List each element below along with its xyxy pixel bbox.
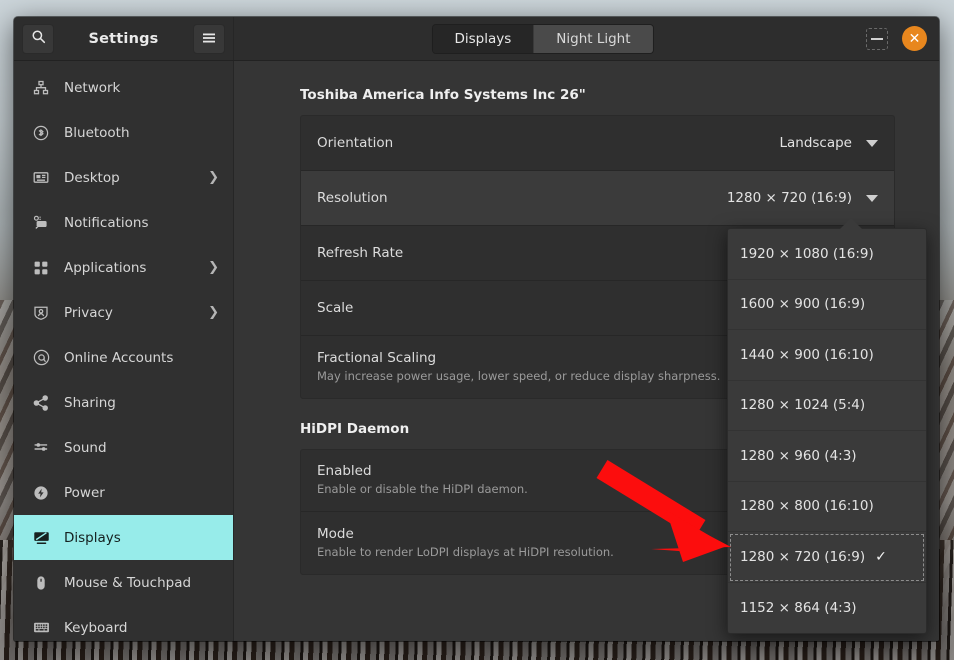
menu-button[interactable]	[192, 23, 225, 54]
sidebar-item-label: Bluetooth	[64, 124, 130, 141]
sidebar-item-sound[interactable]: Sound	[14, 425, 233, 470]
dropdown-option-label: 1280 × 800 (16:10)	[740, 498, 874, 515]
sidebar-item-label: Sharing	[64, 394, 116, 411]
search-button[interactable]	[22, 23, 54, 54]
sidebar-item-label: Power	[64, 484, 105, 501]
sidebar-item-label: Applications	[64, 259, 147, 276]
power-bolt-icon	[32, 484, 50, 502]
sidebar-item-desktop[interactable]: Desktop ❯	[14, 155, 233, 200]
chevron-down-icon	[866, 139, 878, 147]
check-icon: ✓	[875, 548, 887, 565]
row-label: Resolution	[317, 190, 388, 206]
row-sublabel: May increase power usage, lower speed, o…	[317, 368, 721, 383]
dropdown-option-label: 1600 × 900 (16:9)	[740, 296, 866, 313]
privacy-shield-icon	[32, 304, 50, 322]
row-sublabel: Enable or disable the HiDPI daemon.	[317, 482, 528, 496]
sidebar: Network Bluetooth Desktop ❯ Notification…	[14, 61, 234, 641]
sidebar-item-mouse-touchpad[interactable]: Mouse & Touchpad	[14, 560, 233, 605]
resolution-value-text: 1280 × 720 (16:9)	[726, 190, 852, 206]
titlebar-right: Displays Night Light ✕	[234, 17, 939, 60]
dropdown-option[interactable]: 1280 × 960 (4:3)	[728, 431, 926, 482]
dropdown-option-selected[interactable]: 1280 × 720 (16:9) ✓	[728, 532, 926, 583]
titlebar: Settings Displays Night Light ✕	[14, 17, 939, 61]
tab-displays[interactable]: Displays	[432, 24, 534, 53]
dropdown-option[interactable]: 1600 × 900 (16:9)	[728, 280, 926, 330]
dropdown-option-label: 1280 × 960 (4:3)	[740, 447, 857, 464]
row-sublabel: Enable to render LoDPI displays at HiDPI…	[317, 544, 614, 559]
window-controls: ✕	[866, 26, 927, 51]
dropdown-option-label: 1920 × 1080 (16:9)	[740, 245, 874, 262]
network-icon	[32, 79, 50, 97]
sidebar-item-online-accounts[interactable]: Online Accounts	[14, 335, 233, 380]
desktop-background: Settings Displays Night Light ✕ Network …	[0, 0, 954, 660]
row-orientation[interactable]: Orientation Landscape	[301, 116, 894, 171]
dropdown-option[interactable]: 1280 × 1024 (5:4)	[728, 381, 926, 431]
minimize-button[interactable]	[866, 27, 888, 50]
sidebar-item-displays[interactable]: Displays	[14, 515, 233, 560]
sidebar-item-keyboard[interactable]: Keyboard	[14, 605, 233, 641]
sidebar-item-label: Privacy	[64, 304, 113, 321]
resolution-value[interactable]: 1280 × 720 (16:9)	[727, 190, 878, 206]
chevron-right-icon: ❯	[208, 305, 219, 320]
row-resolution[interactable]: Resolution 1280 × 720 (16:9)	[301, 171, 894, 226]
row-label: Fractional Scaling	[317, 349, 437, 366]
keyboard-icon	[32, 619, 50, 637]
displays-icon	[32, 529, 50, 547]
display-name-heading: Toshiba America Info Systems Inc 26"	[300, 87, 586, 103]
sidebar-item-label: Desktop	[64, 169, 120, 186]
tab-night-light[interactable]: Night Light	[533, 24, 653, 53]
page-title: Settings	[88, 30, 159, 47]
mouse-icon	[32, 574, 50, 592]
dropdown-tail	[840, 218, 862, 229]
sidebar-item-privacy[interactable]: Privacy ❯	[14, 290, 233, 335]
close-icon: ✕	[908, 30, 921, 47]
sound-icon	[32, 439, 50, 457]
sidebar-item-label: Displays	[64, 529, 121, 546]
minimize-icon	[871, 37, 883, 40]
dropdown-option-label: 1280 × 1024 (5:4)	[740, 397, 866, 414]
hamburger-menu-icon	[202, 29, 216, 48]
tab-bar: Displays Night Light	[431, 23, 654, 54]
sidebar-item-label: Online Accounts	[64, 349, 174, 366]
bluetooth-icon	[32, 124, 50, 142]
sidebar-item-sharing[interactable]: Sharing	[14, 380, 233, 425]
resolution-dropdown[interactable]: 1920 × 1080 (16:9) 1600 × 900 (16:9) 144…	[727, 228, 927, 634]
search-icon	[31, 29, 46, 48]
dropdown-option[interactable]: 1440 × 900 (16:10)	[728, 330, 926, 381]
at-sign-icon	[32, 349, 50, 367]
sidebar-item-network[interactable]: Network	[14, 65, 233, 110]
dropdown-option-label: 1280 × 720 (16:9)	[740, 548, 866, 565]
share-icon	[32, 394, 50, 412]
sidebar-item-label: Network	[64, 79, 121, 96]
row-label: Orientation	[317, 135, 394, 151]
sidebar-item-label: Keyboard	[64, 619, 128, 636]
close-button[interactable]: ✕	[902, 26, 927, 51]
orientation-value[interactable]: Landscape	[779, 135, 878, 151]
orientation-value-text: Landscape	[779, 135, 852, 151]
notifications-icon	[32, 214, 50, 232]
chevron-right-icon: ❯	[208, 260, 219, 275]
sidebar-item-label: Sound	[64, 439, 107, 456]
sidebar-item-label: Mouse & Touchpad	[64, 574, 192, 591]
row-label: Mode	[317, 525, 354, 542]
dropdown-option-label: 1440 × 900 (16:10)	[740, 346, 874, 363]
dropdown-option[interactable]: 1152 × 864 (4:3)	[728, 583, 926, 634]
sidebar-item-applications[interactable]: Applications ❯	[14, 245, 233, 290]
sidebar-item-bluetooth[interactable]: Bluetooth	[14, 110, 233, 155]
sidebar-item-label: Notifications	[64, 214, 149, 231]
sidebar-item-power[interactable]: Power	[14, 470, 233, 515]
dropdown-option[interactable]: 1920 × 1080 (16:9)	[728, 229, 926, 280]
titlebar-left: Settings	[14, 17, 234, 60]
dropdown-option-label: 1152 × 864 (4:3)	[740, 599, 857, 616]
chevron-down-icon	[866, 194, 878, 202]
row-label: Enabled	[317, 463, 372, 479]
sidebar-item-notifications[interactable]: Notifications	[14, 200, 233, 245]
desktop-icon	[32, 169, 50, 187]
dropdown-option[interactable]: 1280 × 800 (16:10)	[728, 482, 926, 532]
chevron-right-icon: ❯	[208, 170, 219, 185]
applications-icon	[32, 259, 50, 277]
